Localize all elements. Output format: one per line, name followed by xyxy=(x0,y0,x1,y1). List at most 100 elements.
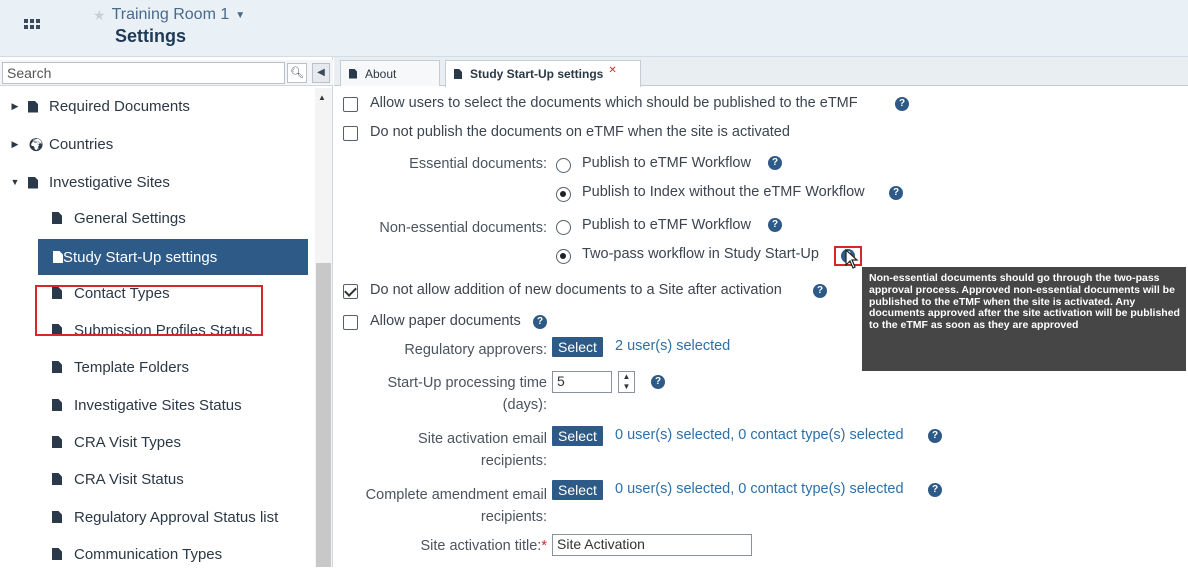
tree-item-label: Investigative Sites xyxy=(49,173,170,191)
activation-email-select-button[interactable]: Select xyxy=(552,426,603,446)
reg-approvers-select-button[interactable]: Select xyxy=(552,337,603,357)
essential-docs-label: Essential documents: xyxy=(409,156,547,172)
sites-icon xyxy=(28,176,40,189)
stepper-icon[interactable]: ▲ ▼ xyxy=(618,371,635,393)
search-icon[interactable]: 🔍︎ xyxy=(287,63,307,83)
tree-item-investigative-sites-status[interactable]: Investigative Sites Status xyxy=(52,387,242,423)
tree-item-label: Required Documents xyxy=(49,97,190,115)
scroll-thumb[interactable] xyxy=(316,263,331,567)
tree-item-template-folders[interactable]: Template Folders xyxy=(52,349,189,385)
help-icon[interactable]: ? xyxy=(895,97,909,111)
help-icon[interactable]: ? xyxy=(768,218,782,232)
tab-label: Study Start-Up settings xyxy=(470,67,604,81)
amendment-email-select-button[interactable]: Select xyxy=(552,480,603,500)
globe-icon: 🌍︎ xyxy=(28,136,45,152)
document-icon xyxy=(52,511,62,523)
tree-item-label: General Settings xyxy=(74,209,186,227)
nonessential-two-pass-radio[interactable] xyxy=(556,249,571,264)
tree-item-cra-visit-types[interactable]: CRA Visit Types xyxy=(52,424,181,460)
essential-publish-index-label: Publish to Index without the eTMF Workfl… xyxy=(582,184,865,200)
help-tooltip: Non-essential documents should go throug… xyxy=(862,267,1186,371)
document-icon xyxy=(52,473,62,485)
collapse-sidebar-icon[interactable]: ◀ xyxy=(312,63,330,83)
no-new-docs-label: Do not allow addition of new documents t… xyxy=(370,282,782,298)
processing-time-label: Start-Up processing time xyxy=(387,375,547,391)
activation-email-label: Site activation email xyxy=(418,431,547,447)
help-icon[interactable]: ? xyxy=(889,186,903,200)
document-icon xyxy=(52,212,62,224)
tree-item-study-startup-settings[interactable]: Study Start-Up settings xyxy=(38,239,308,275)
tab-study-startup-settings[interactable]: Study Start-Up settings ✕ xyxy=(445,60,641,87)
help-icon[interactable]: ? xyxy=(928,483,942,497)
essential-publish-index-radio[interactable] xyxy=(556,187,571,202)
amendment-email-link[interactable]: 0 user(s) selected, 0 contact type(s) se… xyxy=(615,481,904,497)
document-icon xyxy=(52,399,62,411)
allow-paper-label: Allow paper documents xyxy=(370,313,521,329)
room-name: Training Room 1 xyxy=(111,6,230,23)
sidebar-scrollbar[interactable]: ▲ xyxy=(315,88,332,567)
no-publish-checkbox[interactable] xyxy=(343,126,358,141)
tree-item-label: Regulatory Approval Status list xyxy=(74,508,279,526)
processing-time-label-2: (days): xyxy=(502,397,547,413)
allow-select-docs-checkbox[interactable] xyxy=(343,97,358,112)
collapse-arrow-icon[interactable]: ▼ xyxy=(8,177,22,187)
activation-email-link[interactable]: 0 user(s) selected, 0 contact type(s) se… xyxy=(615,427,904,443)
help-icon[interactable]: ? xyxy=(768,156,782,170)
favorite-star-icon[interactable]: ★ xyxy=(93,7,106,24)
chevron-down-icon: ▼ xyxy=(235,9,246,21)
no-new-docs-checkbox[interactable] xyxy=(343,284,358,299)
activation-title-input[interactable]: Site Activation xyxy=(552,534,752,556)
search-input[interactable] xyxy=(2,62,285,84)
help-icon[interactable]: ? xyxy=(813,284,827,298)
nonessential-publish-workflow-label: Publish to eTMF Workflow xyxy=(582,217,751,233)
essential-publish-workflow-radio[interactable] xyxy=(556,158,571,173)
tree-item-label: Communication Types xyxy=(74,545,223,563)
selection-highlight-box xyxy=(35,285,263,336)
tree-item-label: CRA Visit Types xyxy=(74,433,181,451)
expand-arrow-icon[interactable]: ▶ xyxy=(8,101,22,112)
clipboard-icon xyxy=(28,100,40,113)
tree-item-regulatory-approval-status-list[interactable]: Regulatory Approval Status list xyxy=(52,499,278,535)
room-selector[interactable]: ★ Training Room 1 ▼ xyxy=(93,6,245,24)
document-icon xyxy=(454,69,462,79)
mouse-cursor-icon xyxy=(845,249,859,269)
scroll-up-icon[interactable]: ▲ xyxy=(318,93,326,102)
help-icon[interactable]: ? xyxy=(928,429,942,443)
tree-item-required-documents[interactable]: ▶ Required Documents xyxy=(8,88,190,124)
tree-item-label: Study Start-Up settings xyxy=(63,248,218,266)
amendment-email-label-2: recipients: xyxy=(480,509,547,525)
expand-arrow-icon[interactable]: ▶ xyxy=(8,139,22,150)
help-icon[interactable]: ? xyxy=(533,315,547,329)
app-grid-icon[interactable] xyxy=(24,19,40,35)
activation-email-label-2: recipients: xyxy=(480,453,547,469)
close-tab-icon[interactable]: ✕ xyxy=(608,65,616,76)
settings-form: Allow users to select the documents whic… xyxy=(334,86,1188,567)
settings-sidebar: 🔍︎ ◀ ▶ Required Documents ▶ 🌍︎ Countries… xyxy=(0,57,333,567)
tree-item-cra-visit-status[interactable]: CRA Visit Status xyxy=(52,461,184,497)
allow-paper-checkbox[interactable] xyxy=(343,315,358,330)
processing-time-input[interactable]: 5 xyxy=(552,371,612,393)
tab-label: About xyxy=(365,66,397,81)
help-icon[interactable]: ? xyxy=(651,375,665,389)
tree-item-label: Countries xyxy=(49,135,114,153)
tree-item-label: Investigative Sites Status xyxy=(74,396,242,414)
nonessential-docs-label: Non-essential documents: xyxy=(379,220,547,236)
tab-about[interactable]: About xyxy=(340,60,440,86)
reg-approvers-link[interactable]: 2 user(s) selected xyxy=(615,338,730,354)
nonessential-two-pass-label: Two-pass workflow in Study Start-Up xyxy=(582,246,819,262)
document-icon xyxy=(52,548,62,560)
document-icon xyxy=(52,436,62,448)
required-marker: * xyxy=(541,538,547,554)
tree-item-label: Template Folders xyxy=(74,358,190,376)
allow-select-docs-label: Allow users to select the documents whic… xyxy=(370,95,858,111)
tree-item-investigative-sites[interactable]: ▼ Investigative Sites xyxy=(8,164,170,200)
tree-item-general-settings[interactable]: General Settings xyxy=(52,200,186,236)
nonessential-publish-workflow-radio[interactable] xyxy=(556,220,571,235)
activation-title-label: Site activation title:* xyxy=(420,538,547,554)
amendment-email-label: Complete amendment email xyxy=(365,487,547,503)
no-publish-label: Do not publish the documents on eTMF whe… xyxy=(370,124,790,140)
tree-item-label: CRA Visit Status xyxy=(74,470,184,488)
tree-item-countries[interactable]: ▶ 🌍︎ Countries xyxy=(8,126,114,162)
page-title: Settings xyxy=(115,26,187,46)
app-header: ★ Training Room 1 ▼ Settings xyxy=(0,0,1188,57)
